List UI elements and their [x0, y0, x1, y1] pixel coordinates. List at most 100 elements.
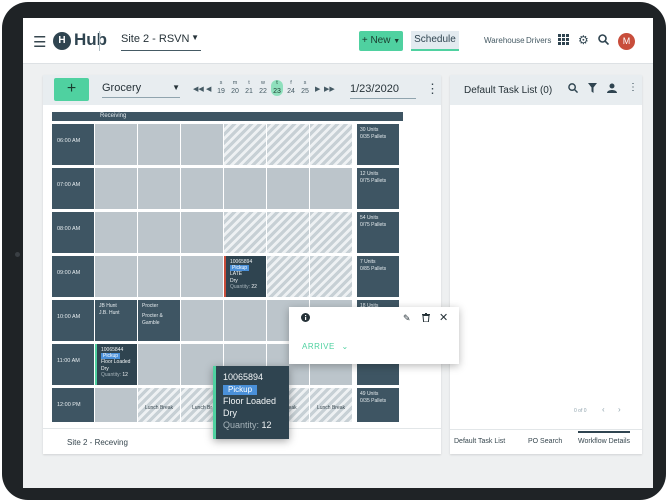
open-slot[interactable]: [95, 388, 137, 422]
open-slot[interactable]: [181, 212, 223, 253]
door-label: Receiving: [100, 113, 127, 119]
day-19[interactable]: s 19: [215, 80, 227, 96]
new-button[interactable]: + New ▼: [359, 31, 403, 51]
booked-slot-procter[interactable]: Procter Procter & Gamble: [138, 300, 180, 341]
task-list-title: Default Task List (0): [464, 85, 553, 96]
edit-icon[interactable]: ✎: [403, 313, 411, 324]
day-24[interactable]: f 24: [285, 80, 297, 96]
chevron-left-icon[interactable]: ‹: [602, 405, 605, 414]
open-slot[interactable]: [181, 124, 223, 165]
warehouse-link[interactable]: Warehouse: [484, 36, 525, 45]
capacity-summary: 54 Units 0/75 Pallets: [357, 212, 399, 253]
tab-workflow-details[interactable]: Workflow Details: [578, 431, 630, 445]
open-slot[interactable]: [138, 212, 180, 253]
chevron-down-icon: ▼: [172, 83, 180, 92]
capacity-summary: 30 Units 0/35 Pallets: [357, 124, 399, 165]
capacity-summary: 12 Units 0/75 Pallets: [357, 168, 399, 209]
schedule-tab[interactable]: Schedule: [411, 31, 459, 51]
day-21[interactable]: t 21: [243, 80, 255, 96]
task-tabs: Default Task List PO Search Workflow Det…: [450, 431, 642, 454]
search-icon[interactable]: [568, 83, 579, 96]
prev-day-icon[interactable]: ◀: [206, 85, 211, 93]
day-20[interactable]: m 20: [229, 80, 241, 96]
time-slot-label: 09:00 AM: [52, 256, 94, 297]
next-day-icon[interactable]: ▶: [315, 85, 320, 93]
time-slot-label: 08:00 AM: [52, 212, 94, 253]
day-22[interactable]: w 22: [257, 80, 269, 96]
time-slot-label: 06:00 AM: [52, 124, 94, 165]
unavailable-slot: [267, 212, 309, 253]
unavailable-slot: [310, 212, 352, 253]
day-23-selected[interactable]: t 23: [271, 80, 283, 96]
app-screen: ☰ H Hub Site 2 - RSVN ▼ + New ▼ Schedule…: [23, 18, 653, 488]
menu-icon[interactable]: ☰: [33, 33, 46, 51]
open-slot[interactable]: [138, 256, 180, 297]
pager-text: 0 of 0: [574, 408, 587, 414]
chevron-down-icon: ▼: [393, 38, 401, 45]
time-slot-label: 12:00 PM: [52, 388, 94, 422]
divider: [99, 31, 100, 51]
pickup-badge: Pickup: [230, 265, 250, 272]
day-25[interactable]: s 25: [299, 80, 311, 96]
open-slot[interactable]: [95, 168, 137, 209]
quantity-value: 12: [261, 420, 272, 430]
unavailable-slot: [267, 124, 309, 165]
open-slot[interactable]: [95, 212, 137, 253]
category-select-value: Grocery: [102, 82, 142, 94]
tab-default-task-list[interactable]: Default Task List: [454, 438, 505, 445]
task-panel: Default Task List (0) ⋮ 0 of 0 ‹ › Defau…: [450, 75, 642, 454]
booked-slot-jb-hunt[interactable]: JB Hunt J.B. Hunt: [95, 300, 137, 341]
pickup-badge: Pickup: [101, 353, 121, 360]
site-select-value: Site 2 - RSVN: [121, 33, 190, 45]
filter-icon[interactable]: [588, 83, 597, 96]
more-vert-icon[interactable]: ⋮: [628, 82, 638, 93]
time-slot-label: 07:00 AM: [52, 168, 94, 209]
appointment-card[interactable]: 10065844 Pickup Floor Loaded Dry Quantit…: [95, 344, 137, 385]
chevron-right-icon[interactable]: ›: [618, 405, 621, 414]
brand-name: Hub: [74, 30, 108, 49]
category-select[interactable]: Grocery ▼: [102, 82, 180, 98]
capacity-summary: 7 Units 0/85 Pallets: [357, 256, 399, 297]
trash-icon[interactable]: [422, 313, 430, 324]
open-slot[interactable]: [95, 124, 137, 165]
unavailable-slot: [310, 124, 352, 165]
open-slot[interactable]: [95, 256, 137, 297]
open-slot[interactable]: [138, 168, 180, 209]
open-slot[interactable]: [138, 344, 180, 385]
site-select[interactable]: Site 2 - RSVN ▼: [121, 33, 201, 51]
open-slot[interactable]: [224, 168, 266, 209]
person-icon[interactable]: [607, 83, 617, 96]
capacity-summary: 49 Units 0/35 Pallets: [357, 388, 399, 422]
open-slot[interactable]: [267, 168, 309, 209]
drivers-link[interactable]: Drivers: [526, 36, 551, 45]
open-slot[interactable]: [224, 300, 266, 341]
arrive-action[interactable]: ARRIVE ⌄: [302, 342, 349, 351]
search-icon[interactable]: [598, 34, 610, 48]
chevron-down-icon: ⌄: [341, 342, 349, 351]
open-slot[interactable]: [138, 124, 180, 165]
unavailable-slot: [224, 212, 266, 253]
open-slot[interactable]: [181, 168, 223, 209]
info-icon[interactable]: [301, 313, 310, 324]
unavailable-slot: [310, 256, 352, 297]
commodity: Dry: [223, 408, 237, 418]
open-slot[interactable]: [310, 168, 352, 209]
last-week-icon[interactable]: ▶▶: [324, 85, 335, 93]
more-vert-icon[interactable]: ⋮: [426, 81, 439, 97]
task-list: [450, 105, 642, 430]
door-header: Receiving: [52, 112, 403, 121]
open-slot[interactable]: [181, 256, 223, 297]
appointment-card-late[interactable]: 10065894 Pickup LATE Dry Quantity: 22: [224, 256, 266, 297]
dragged-appointment-card[interactable]: 10065894 Pickup Floor Loaded Dry Quantit…: [213, 366, 289, 439]
avatar[interactable]: M: [618, 33, 635, 50]
add-appointment-button[interactable]: +: [54, 78, 89, 101]
first-week-icon[interactable]: ◀◀: [193, 85, 204, 93]
tab-po-search[interactable]: PO Search: [528, 438, 562, 445]
time-slot-label: 10:00 AM: [52, 300, 94, 341]
gear-icon[interactable]: ⚙: [578, 33, 589, 47]
appointment-action-popover: ✎ ✕ ARRIVE ⌄: [289, 307, 459, 364]
open-slot[interactable]: [181, 300, 223, 341]
close-icon[interactable]: ✕: [439, 311, 448, 324]
apps-grid-icon[interactable]: [558, 34, 569, 48]
date-picker[interactable]: 1/23/2020: [350, 83, 416, 99]
